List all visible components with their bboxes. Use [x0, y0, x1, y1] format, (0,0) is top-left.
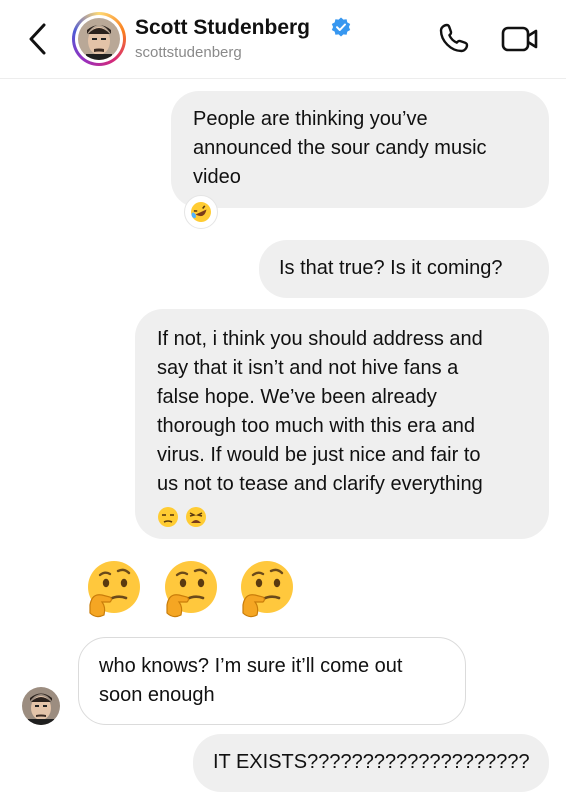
message-text: us not to tease and clarify everything: [157, 473, 483, 495]
sender-avatar[interactable]: [22, 687, 60, 725]
message-bubble-sent[interactable]: If not, i think you should address and s…: [135, 309, 549, 539]
unamused-face-emoji-icon: [158, 506, 178, 527]
message-text: Is that true? Is it coming?: [279, 257, 503, 279]
message-emojis: [157, 502, 549, 531]
message-bubble-sent[interactable]: IT EXISTS????????????????????: [193, 734, 549, 792]
contact-username: scottstudenberg: [135, 44, 242, 61]
message-text: false hope. We’ve been already: [157, 386, 437, 408]
phone-call-icon[interactable]: [438, 22, 470, 54]
rolling-on-floor-laughing-emoji-icon: [191, 202, 211, 222]
message-bubble-sent[interactable]: Is that true? Is it coming?: [259, 240, 549, 298]
message-text: IT EXISTS????????????????????: [213, 751, 530, 773]
message-text: If not, i think you should address and: [157, 328, 483, 350]
reaction-badge[interactable]: [184, 195, 218, 229]
message-text: video: [193, 166, 241, 188]
chat-header: Scott Studenberg scottstudenberg: [0, 0, 566, 79]
verified-badge-icon: [331, 17, 351, 37]
thinking-face-emoji-icon[interactable]: [157, 557, 223, 623]
contact-name[interactable]: Scott Studenberg: [135, 16, 310, 40]
message-bubble-received[interactable]: who knows? I’m sure it’ll come out soon …: [78, 637, 466, 725]
message-bubble-sent[interactable]: People are thinking you’ve announced the…: [171, 91, 549, 208]
message-text: People are thinking you’ve: [193, 108, 428, 130]
thinking-face-emoji-icon[interactable]: [233, 557, 299, 623]
weary-face-emoji-icon: [186, 506, 206, 527]
message-text: who knows? I’m sure it’ll come out: [99, 655, 403, 677]
avatar[interactable]: [72, 12, 126, 66]
message-text: virus. If would be just nice and fair to: [157, 444, 481, 466]
back-arrow-icon[interactable]: [24, 22, 54, 56]
video-call-icon[interactable]: [500, 24, 540, 54]
message-text: announced the sour candy music: [193, 137, 487, 159]
thinking-face-emoji-icon[interactable]: [80, 557, 146, 623]
message-text: thorough too much with this era and: [157, 415, 475, 437]
message-text: say that it isn’t and not hive fans a: [157, 357, 459, 379]
message-text: soon enough: [99, 684, 215, 706]
